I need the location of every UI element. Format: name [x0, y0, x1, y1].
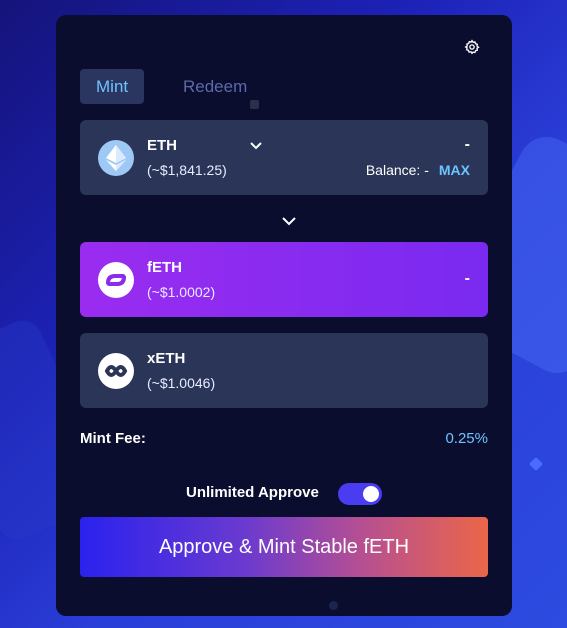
- arrow-down-icon: [282, 217, 296, 226]
- background-diamond: [528, 456, 544, 472]
- tab-mint[interactable]: Mint: [80, 69, 145, 104]
- mint-fee-value: 0.25%: [445, 430, 488, 447]
- decorative-dot: [329, 601, 338, 610]
- gear-icon: [464, 39, 480, 55]
- feth-amount: -: [464, 270, 470, 287]
- xeth-icon: [98, 353, 134, 389]
- toggle-knob: [363, 486, 379, 502]
- max-button[interactable]: MAX: [439, 162, 470, 178]
- decorative-square: [250, 100, 259, 109]
- balance-row: Balance: - MAX: [366, 162, 470, 178]
- xeth-token-name: xETH: [147, 350, 186, 367]
- input-token-price: (~$1,841.25): [147, 162, 227, 178]
- settings-button[interactable]: [462, 37, 482, 57]
- tab-redeem[interactable]: Redeem: [167, 69, 263, 104]
- feth-token-price: (~$1.0002): [147, 284, 216, 300]
- input-token-card[interactable]: ETH (~$1,841.25) - Balance: - MAX: [80, 120, 488, 195]
- output-token-card-feth[interactable]: fETH (~$1.0002) -: [80, 242, 488, 317]
- swap-direction-button[interactable]: [280, 212, 298, 230]
- unlimited-approve-label: Unlimited Approve: [186, 484, 319, 501]
- xeth-token-price: (~$1.0046): [147, 375, 216, 391]
- chevron-down-icon: [250, 142, 262, 150]
- feth-token-name: fETH: [147, 259, 182, 276]
- approve-mint-button[interactable]: Approve & Mint Stable fETH: [80, 517, 488, 577]
- ethereum-icon: [98, 140, 134, 176]
- input-token-name: ETH: [147, 137, 177, 154]
- unlimited-approve-toggle[interactable]: [338, 483, 382, 505]
- feth-icon: [98, 262, 134, 298]
- token-select-button[interactable]: [248, 138, 264, 154]
- output-token-card-xeth[interactable]: xETH (~$1.0046): [80, 333, 488, 408]
- mint-fee-label: Mint Fee:: [80, 430, 146, 447]
- balance-label: Balance: -: [365, 162, 429, 178]
- input-amount-field[interactable]: -: [465, 136, 470, 154]
